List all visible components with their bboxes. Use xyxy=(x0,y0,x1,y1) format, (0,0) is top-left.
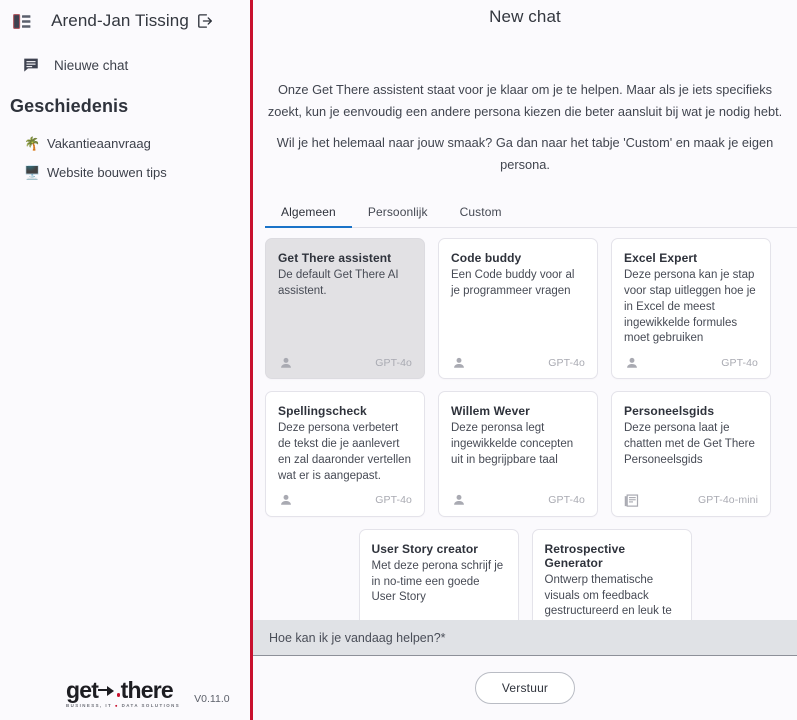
card-footer: GPT-4o xyxy=(278,493,412,508)
chat-input-container[interactable] xyxy=(253,620,797,656)
person-icon xyxy=(451,493,466,508)
card-footer: GPT-4o-mini xyxy=(624,493,758,508)
new-chat-button[interactable]: Nieuwe chat xyxy=(22,56,250,74)
intro-paragraph-2: Wil je het helemaal naar jouw smaak? Ga … xyxy=(276,135,774,172)
history-title: Geschiedenis xyxy=(10,96,129,116)
card-title: Personeelsgids xyxy=(624,404,715,419)
card-footer: GPT-4o xyxy=(451,355,585,370)
sidebar-footer: get there BUSINESS, IT ● DATA SOLUTIONS … xyxy=(0,676,250,720)
card-title: Excel Expert xyxy=(624,251,698,265)
logo-part-get: get xyxy=(66,676,99,703)
list-item[interactable]: 🖥️ Website bouwen tips xyxy=(0,158,250,187)
persona-card-get-there-assistent[interactable]: Get There assistent De default Get There… xyxy=(265,238,425,380)
chat-bubble-icon xyxy=(22,56,40,74)
card-description: Deze persona laat je chatten met de Get … xyxy=(624,422,755,467)
new-chat-label: Nieuwe chat xyxy=(54,57,129,73)
get-there-logo: get there BUSINESS, IT ● DATA SOLUTIONS xyxy=(66,676,181,708)
persona-card-grid: Get There assistent De default Get There… xyxy=(253,228,797,620)
card-model-label: GPT-4o xyxy=(548,494,585,507)
version-label: V0.11.0 xyxy=(194,693,230,705)
intro-paragraph-1: Onze Get There assistent staat voor je k… xyxy=(267,82,783,119)
card-description: Met deze perona schrijf je in no-time ee… xyxy=(371,559,504,604)
persona-card-retrospective-generator[interactable]: Retrospective Generator Ontwerp thematis… xyxy=(531,528,692,620)
card-model-label: GPT-4o xyxy=(375,356,412,369)
card-model-label: GPT-4o xyxy=(375,494,412,507)
logo-dot xyxy=(116,693,121,697)
chat-input[interactable] xyxy=(267,629,783,646)
persona-card-personeelsgids[interactable]: Personeelsgids Deze persona laat je chat… xyxy=(611,391,771,517)
logo-part-there: there xyxy=(120,676,174,703)
arrow-icon xyxy=(98,684,115,696)
card-title: User Story creator xyxy=(371,541,479,556)
list-item[interactable]: 🌴 Vakantieaanvraag xyxy=(0,129,250,158)
persona-card-spellingscheck[interactable]: Spellingscheck Deze persona verbetert de… xyxy=(265,391,425,517)
card-description: Een Code buddy voor al je programmeer vr… xyxy=(451,269,575,297)
card-row: Get There assistent De default Get There… xyxy=(253,238,797,380)
card-footer: GPT-4o xyxy=(624,355,758,370)
logout-icon[interactable] xyxy=(196,12,215,31)
history-item-label: Website bouwen tips xyxy=(47,165,167,180)
person-icon xyxy=(278,493,293,508)
send-button[interactable]: Verstuur xyxy=(474,672,576,704)
card-description: Deze persona kan je stap voor stap uitle… xyxy=(624,269,756,345)
logo-tagline: BUSINESS, IT ● DATA SOLUTIONS xyxy=(66,702,181,708)
send-button-container: Verstuur xyxy=(253,656,797,720)
persona-card-user-story-creator[interactable]: User Story creator Met deze perona schri… xyxy=(358,528,519,620)
card-title: Code buddy xyxy=(451,251,522,265)
card-model-label: GPT-4o xyxy=(548,356,585,369)
card-description: De default Get There AI assistent. xyxy=(278,269,399,297)
persona-tabs: Algemeen Persoonlijk Custom xyxy=(265,199,797,228)
history-item-label: Vakantieaanvraag xyxy=(47,136,151,151)
page-title: New chat xyxy=(489,7,561,26)
tab-persoonlijk[interactable]: Persoonlijk xyxy=(352,199,444,227)
card-row: Spellingscheck Deze persona verbetert de… xyxy=(253,391,797,517)
card-title: Get There assistent xyxy=(278,251,392,265)
card-footer: GPT-4o xyxy=(451,493,585,508)
card-row: User Story creator Met deze perona schri… xyxy=(253,528,797,620)
user-display: Arend-Jan Tissing xyxy=(28,11,238,31)
persona-card-willem-wever[interactable]: Willem Wever Deze peronsa legt ingewikke… xyxy=(438,391,598,517)
card-title: Retrospective Generator xyxy=(544,541,626,570)
tagline-before: BUSINESS, IT xyxy=(66,702,115,708)
persona-card-code-buddy[interactable]: Code buddy Een Code buddy voor al je pro… xyxy=(438,238,598,380)
library-books-icon xyxy=(624,493,639,508)
logo-wordmark: get there xyxy=(66,676,174,703)
history-list: 🌴 Vakantieaanvraag 🖥️ Website bouwen tip… xyxy=(0,129,250,187)
card-model-label: GPT-4o xyxy=(721,356,758,369)
tab-algemeen[interactable]: Algemeen xyxy=(265,199,352,228)
sidebar: Arend-Jan Tissing Nieuwe chat Geschieden… xyxy=(0,0,250,720)
card-title: Spellingscheck xyxy=(278,404,367,419)
sidebar-header: Arend-Jan Tissing xyxy=(0,4,250,38)
app-root: Arend-Jan Tissing Nieuwe chat Geschieden… xyxy=(0,0,797,720)
person-icon xyxy=(451,355,466,370)
persona-card-excel-expert[interactable]: Excel Expert Deze persona kan je stap vo… xyxy=(611,238,771,380)
tab-custom[interactable]: Custom xyxy=(444,199,518,227)
user-name: Arend-Jan Tissing xyxy=(51,11,189,30)
person-icon xyxy=(278,355,293,370)
intro-text: Onze Get There assistent staat voor je k… xyxy=(253,79,797,185)
tagline-after: DATA SOLUTIONS xyxy=(118,702,181,708)
person-icon xyxy=(624,355,639,370)
card-description: Deze peronsa legt ingewikkelde concepten… xyxy=(451,422,574,467)
palm-tree-icon: 🌴 xyxy=(24,136,41,151)
card-title: Willem Wever xyxy=(451,404,530,419)
card-description: Ontwerp thematische visuals om feedback … xyxy=(544,573,672,618)
card-model-label: GPT-4o-mini xyxy=(697,494,758,507)
main-panel: New chat Onze Get There assistent staat … xyxy=(253,0,797,720)
card-description: Deze persona verbetert de tekst die je a… xyxy=(278,422,411,482)
card-footer: GPT-4o xyxy=(278,355,412,370)
desktop-computer-icon: 🖥️ xyxy=(24,165,41,180)
